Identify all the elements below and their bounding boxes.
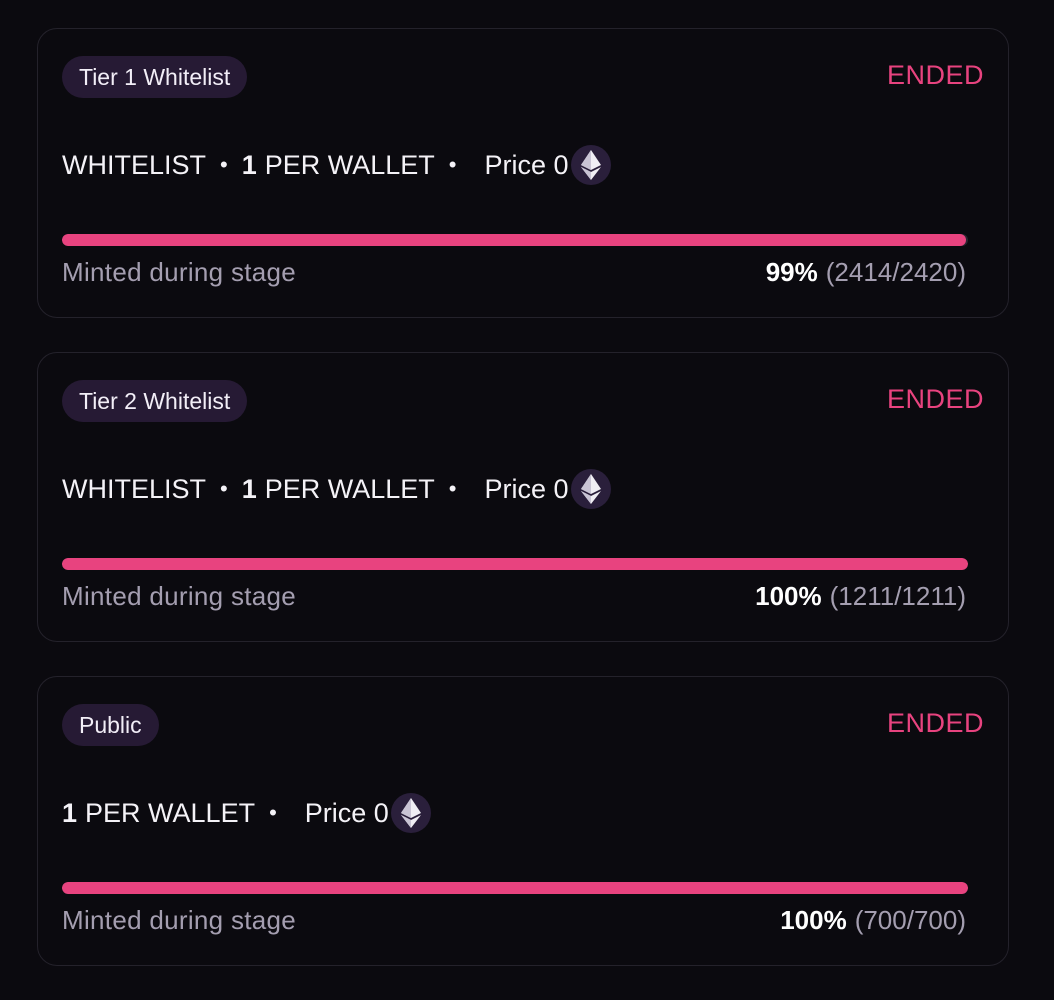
stage-card-tier-1-whitelist[interactable]: Tier 1 Whitelist ENDED WHITELIST • 1 PER… xyxy=(37,28,1009,318)
minted-label: Minted during stage xyxy=(62,581,297,611)
stage-card-tier-2-whitelist[interactable]: Tier 2 Whitelist ENDED WHITELIST • 1 PER… xyxy=(37,352,1009,642)
mint-progress-fill xyxy=(62,558,968,570)
stage-card-public[interactable]: Public ENDED 1 PER WALLET • Price 0 Mint… xyxy=(37,676,1009,966)
minted-value: 99% (2414/2420) xyxy=(766,257,966,288)
mint-progress-fill xyxy=(62,234,966,246)
per-wallet-label: PER WALLET xyxy=(264,149,435,180)
stage-name-badge: Public xyxy=(62,704,159,746)
per-wallet-label: PER WALLET xyxy=(85,797,256,828)
stage-name-badge: Tier 1 Whitelist xyxy=(62,56,248,98)
ethereum-icon xyxy=(570,469,611,509)
stage-info-row: 1 PER WALLET • Price 0 xyxy=(62,793,431,833)
stage-status: ENDED xyxy=(886,708,984,738)
separator-dot: • xyxy=(448,152,457,177)
mint-progress-fill xyxy=(62,882,968,894)
minted-percent: 100% xyxy=(780,905,847,935)
per-wallet-qty: 1 xyxy=(241,149,257,180)
separator-dot: • xyxy=(220,476,228,501)
minted-label: Minted during stage xyxy=(62,257,297,287)
minted-count: (1211/1211) xyxy=(829,581,966,611)
stage-info-row: WHITELIST • 1 PER WALLET • Price 0 xyxy=(62,145,611,185)
minted-percent: 100% xyxy=(755,581,822,611)
stage-status: ENDED xyxy=(886,60,984,90)
price-label: Price 0 xyxy=(484,473,569,504)
price-label: Price 0 xyxy=(304,797,389,828)
mint-progress-bar xyxy=(62,882,968,894)
stage-type: WHITELIST xyxy=(62,473,207,504)
separator-dot: • xyxy=(220,152,228,177)
minted-label: Minted during stage xyxy=(62,905,297,935)
stage-type: WHITELIST xyxy=(62,149,207,180)
per-wallet-label: PER WALLET xyxy=(264,473,435,504)
stage-status: ENDED xyxy=(886,384,984,414)
mint-progress-bar xyxy=(62,558,968,570)
separator-dot: • xyxy=(269,800,277,825)
minted-percent: 99% xyxy=(765,257,818,287)
mint-stages-list: Tier 1 Whitelist ENDED WHITELIST • 1 PER… xyxy=(37,28,1009,1000)
stage-info-row: WHITELIST • 1 PER WALLET • Price 0 xyxy=(62,469,611,509)
minted-count: (2414/2420) xyxy=(825,257,966,287)
ethereum-icon xyxy=(390,793,431,833)
mint-progress-bar xyxy=(62,234,968,246)
minted-value: 100% (700/700) xyxy=(780,905,966,936)
minted-value: 100% (1211/1211) xyxy=(755,581,966,612)
price-label: Price 0 xyxy=(484,149,569,180)
per-wallet-qty: 1 xyxy=(241,473,257,504)
per-wallet-qty: 1 xyxy=(62,797,78,828)
stage-name-badge: Tier 2 Whitelist xyxy=(62,380,248,422)
ethereum-icon xyxy=(570,145,611,185)
separator-dot: • xyxy=(448,476,457,501)
minted-count: (700/700) xyxy=(854,905,966,935)
